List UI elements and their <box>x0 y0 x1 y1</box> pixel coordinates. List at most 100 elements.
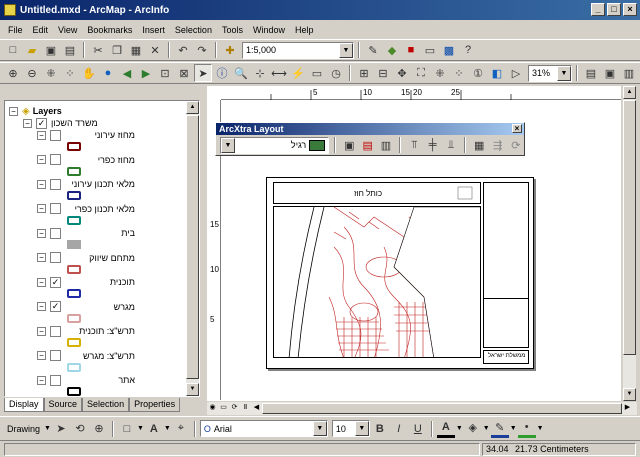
layer-visibility-checkbox[interactable] <box>50 203 61 214</box>
align-center-icon[interactable]: ╪ <box>424 136 440 154</box>
layer-symbol-swatch[interactable] <box>67 142 81 151</box>
scroll-up-icon[interactable]: ▲ <box>186 101 199 114</box>
time-slider-icon[interactable]: ◷ <box>327 64 345 82</box>
collapse-icon[interactable]: − <box>37 253 46 262</box>
zoom-out-icon[interactable]: ⊖ <box>23 64 41 82</box>
maximize-button[interactable]: □ <box>607 3 621 16</box>
map-data-frame[interactable] <box>273 206 481 358</box>
layer-symbol-swatch[interactable] <box>67 191 81 200</box>
collapse-icon[interactable]: − <box>9 106 18 116</box>
layer-visibility-checkbox[interactable]: ✓ <box>50 301 61 312</box>
find-binoculars-icon[interactable]: 🔍 <box>232 64 250 82</box>
chevron-down-icon[interactable]: ▼ <box>354 421 369 436</box>
fixed-zoom-in-icon[interactable]: ⁜ <box>42 64 60 82</box>
layout-fixed-zoom-in-icon[interactable]: ⁜ <box>431 64 449 82</box>
distribute-icon[interactable]: ⇶ <box>489 136 505 154</box>
hyperlink-icon[interactable]: ⚡ <box>289 64 307 82</box>
collapse-icon[interactable]: − <box>37 179 46 189</box>
layer-symbol-swatch[interactable] <box>67 338 81 347</box>
collapse-icon[interactable]: − <box>37 204 46 213</box>
scroll-right-icon[interactable]: ▶ <box>622 403 633 414</box>
collapse-icon[interactable]: − <box>37 351 46 360</box>
html-popup-icon[interactable]: ▭ <box>308 64 326 82</box>
marker-color-icon[interactable]: • <box>517 420 536 438</box>
add-data-icon[interactable]: ✚ <box>221 41 239 59</box>
grid-icon[interactable]: ▦ <box>471 136 487 154</box>
delete-icon[interactable]: ✕ <box>146 41 164 59</box>
collapse-icon[interactable]: − <box>23 118 32 128</box>
toc-layers-root[interactable]: − ◈ Layers <box>9 105 62 117</box>
previous-extent-icon[interactable]: ◀ <box>118 64 136 82</box>
layout-zoom-out-icon[interactable]: ⊟ <box>374 64 392 82</box>
tab-selection[interactable]: Selection <box>82 398 130 412</box>
toc-layer-row[interactable]: − אתר <box>37 374 135 386</box>
menu-insert[interactable]: Insert <box>138 25 169 35</box>
menu-tools[interactable]: Tools <box>218 25 247 35</box>
italic-button[interactable]: I <box>390 420 408 438</box>
undo-icon[interactable]: ↶ <box>174 41 192 59</box>
view-vertical-scrollbar[interactable]: ▲ ▼ <box>623 86 636 401</box>
collapse-icon[interactable]: − <box>37 228 46 238</box>
paste-icon[interactable]: ▦ <box>127 41 145 59</box>
pan-hand-icon[interactable]: ✋ <box>80 64 98 82</box>
drawing-menu[interactable]: Drawing <box>4 424 43 434</box>
new-document-icon[interactable]: □ <box>4 41 22 59</box>
fill-color-icon[interactable]: ◈ <box>463 420 482 438</box>
fixed-zoom-out-icon[interactable]: ⁘ <box>61 64 79 82</box>
minimize-button[interactable]: _ <box>591 3 605 16</box>
layer-visibility-checkbox[interactable] <box>50 325 61 337</box>
toc-layer-row[interactable]: − מתחם שיווק <box>37 252 135 264</box>
chevron-down-icon[interactable]: ▼ <box>510 425 517 432</box>
go-forward-extent-icon[interactable]: ▷ <box>507 64 525 82</box>
arctoolbox-icon[interactable]: ■ <box>402 41 420 59</box>
toc-layer-row[interactable]: − מלאי תכנון עירוני <box>37 178 135 190</box>
map-scale-combo[interactable]: 1:5,000 ▼ <box>242 41 354 59</box>
collapse-icon[interactable]: − <box>37 277 46 287</box>
toc-group[interactable]: − ✓ משרד השכון <box>23 117 98 129</box>
go-to-xy-icon[interactable]: ⊹ <box>251 64 269 82</box>
layer-visibility-checkbox[interactable] <box>50 129 61 141</box>
bold-button[interactable]: B <box>371 420 389 438</box>
refresh-icon[interactable]: ⟳ <box>508 136 524 154</box>
layer-visibility-checkbox[interactable] <box>50 178 61 190</box>
toggle-draft-mode-icon[interactable]: ▤ <box>582 64 600 82</box>
command-line-icon[interactable]: ▭ <box>421 41 439 59</box>
open-folder-icon[interactable]: ▰ <box>23 41 41 59</box>
chevron-down-icon[interactable]: ▼ <box>164 425 171 432</box>
redo-icon[interactable]: ↷ <box>193 41 211 59</box>
menu-window[interactable]: Window <box>249 25 289 35</box>
layout-page[interactable]: כותל חוז ממשלת ישראל <box>266 177 534 369</box>
select-features-icon[interactable]: ⊡ <box>156 64 174 82</box>
layer-visibility-checkbox[interactable] <box>50 154 61 165</box>
info-frame[interactable] <box>483 298 529 348</box>
select-elements-icon[interactable]: ➤ <box>52 420 70 438</box>
menu-file[interactable]: File <box>4 25 27 35</box>
layer-symbol-swatch[interactable] <box>67 289 81 298</box>
pause-drawing-icon[interactable]: Ⅱ <box>240 403 251 414</box>
save-icon[interactable]: ▣ <box>42 41 60 59</box>
palette-title-bar[interactable]: ArcXtra Layout × <box>216 123 524 135</box>
layout-zoom-in-icon[interactable]: ⊞ <box>355 64 373 82</box>
layer-symbol-swatch[interactable] <box>67 215 81 225</box>
layer-visibility-checkbox[interactable]: ✓ <box>50 276 61 288</box>
view-horizontal-scrollbar[interactable] <box>262 403 622 414</box>
layer-symbol-swatch[interactable] <box>67 264 81 274</box>
select-elements-arrow-icon[interactable]: ➤ <box>194 64 212 82</box>
align-bottom-icon[interactable]: ⫫ <box>443 136 459 154</box>
tab-properties[interactable]: Properties <box>129 398 181 412</box>
layer-symbol-swatch[interactable] <box>67 240 81 249</box>
collapse-icon[interactable]: − <box>37 375 46 385</box>
menu-help[interactable]: Help <box>291 25 318 35</box>
chevron-down-icon[interactable]: ▼ <box>137 425 144 432</box>
toc-layer-row[interactable]: − תרש"צ: תוכנית <box>37 325 135 337</box>
scroll-thumb[interactable] <box>186 115 199 379</box>
layer-symbol-swatch[interactable] <box>67 313 81 323</box>
edit-vertices-icon[interactable]: ⌖ <box>172 420 190 438</box>
footer-frame[interactable]: ממשלת ישראל <box>483 350 529 364</box>
toc-layer-row[interactable]: − מחוז כפרי <box>37 154 135 166</box>
collapse-icon[interactable]: − <box>37 155 46 164</box>
title-frame[interactable]: כותל חוז <box>273 182 481 204</box>
font-color-icon[interactable]: A <box>436 420 455 438</box>
rotate-icon[interactable]: ⟲ <box>71 420 89 438</box>
next-extent-icon[interactable]: ▶ <box>137 64 155 82</box>
